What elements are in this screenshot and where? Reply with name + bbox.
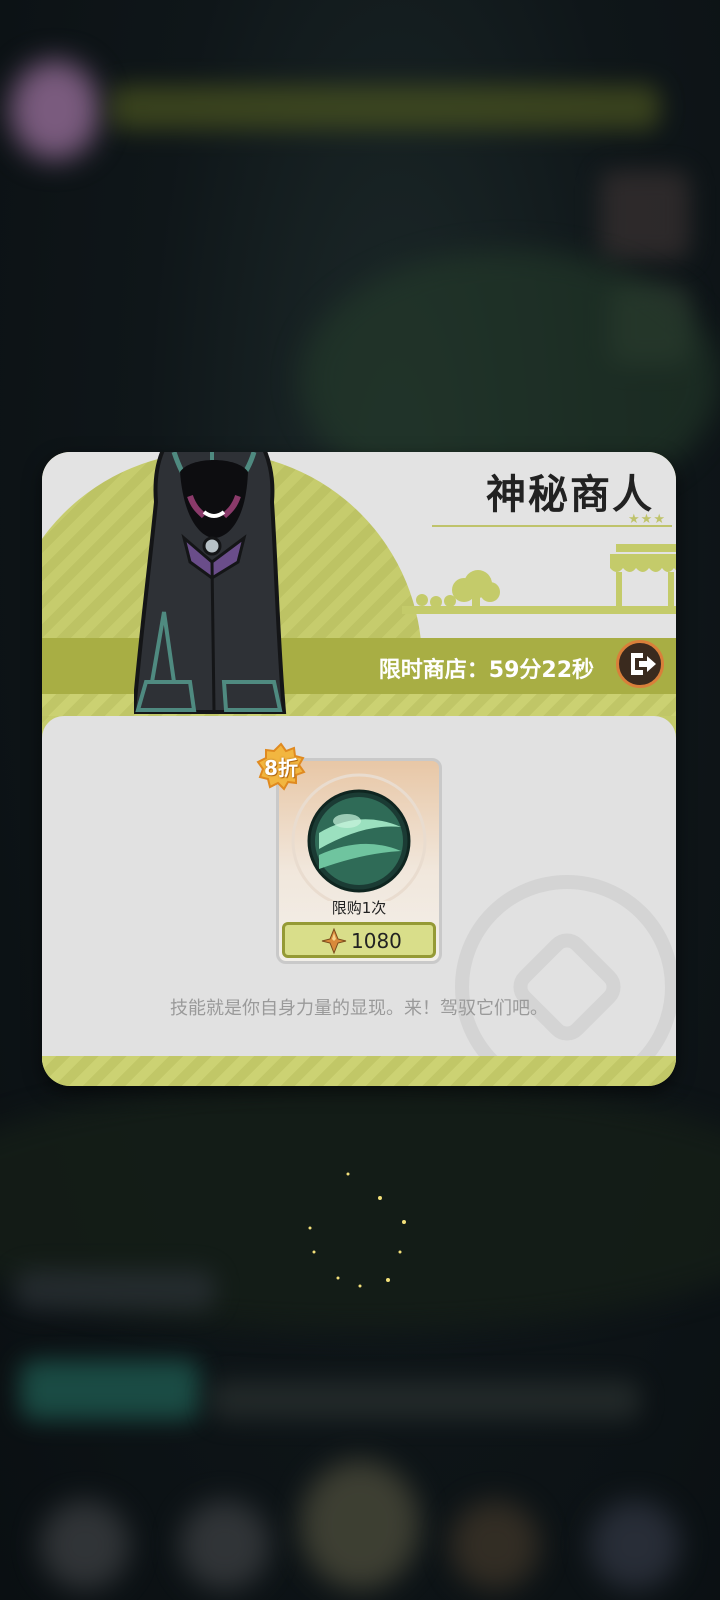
- game-screen: 神秘商人 ★★★ 限时商店：59分22秒 8折 限购1次 1080 技能就是你自…: [0, 0, 720, 1600]
- background-bottom-panel: [15, 1270, 215, 1310]
- background-hud-bar: [110, 85, 660, 130]
- loading-sparkles: [308, 1172, 406, 1288]
- background-nav-button: [40, 1500, 130, 1590]
- buy-button[interactable]: 1080: [282, 922, 436, 958]
- purchase-limit-label: 限购1次: [331, 899, 387, 917]
- background-bottom-bar: [210, 1380, 640, 1420]
- background-nav-button: [300, 1460, 420, 1590]
- crystal-icon: [321, 928, 347, 954]
- exit-button[interactable]: [616, 640, 664, 688]
- limited-shop-timer: 限时商店：59分22秒: [378, 658, 594, 683]
- discount-label: 8折: [264, 756, 298, 780]
- price-value: 1080: [351, 929, 402, 953]
- hooded-merchant-character: [134, 452, 287, 714]
- title-stars: ★★★: [628, 512, 666, 527]
- coin-watermark-icon: [455, 875, 676, 1086]
- background-nav-button: [590, 1500, 680, 1590]
- shop-description: 技能就是你自身力量的显现。来！驾驭它们吧。: [170, 998, 548, 1019]
- dialog-bottom-stripe: [42, 1056, 676, 1086]
- background-nav-button: [450, 1500, 540, 1590]
- background-avatar: [10, 60, 100, 160]
- shop-stall-scenery: [402, 544, 676, 614]
- mysterious-merchant-dialog: 神秘商人 ★★★ 限时商店：59分22秒 8折 限购1次 1080 技能就是你自…: [42, 452, 676, 1086]
- background-nav-button: [180, 1500, 270, 1590]
- exit-door-icon: [631, 653, 656, 675]
- background-bottom-bar: [20, 1360, 200, 1420]
- background-side-button: [600, 170, 690, 260]
